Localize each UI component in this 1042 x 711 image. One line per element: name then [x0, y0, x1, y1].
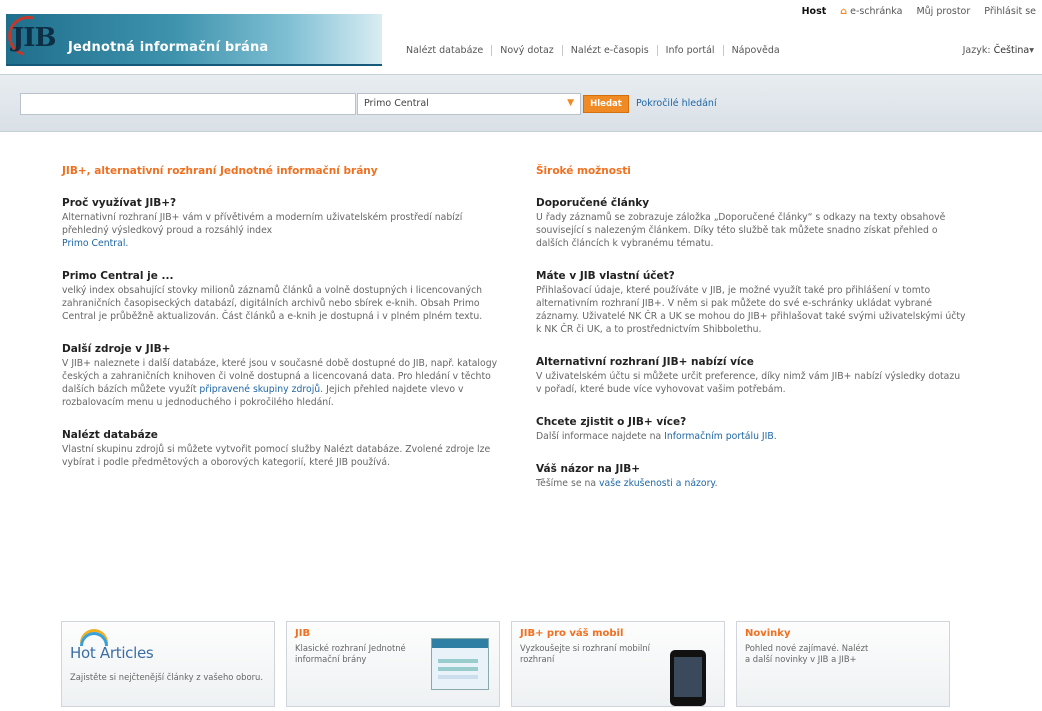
- rainbow-icon: [80, 632, 108, 646]
- box-text: Pohled nové zajímavé. Nalézt a další nov…: [745, 643, 869, 664]
- login-link[interactable]: Přihlásit se: [984, 6, 1036, 17]
- section-text: velký index obsahující stovky milionů zá…: [62, 285, 483, 322]
- section-heading: Další zdroje v JIB+: [62, 343, 171, 355]
- section-text: V JIB+ naleznete i další databáze, které…: [62, 357, 502, 409]
- section-heading: Nalézt databáze: [62, 429, 158, 441]
- section-feedback: Váš názor na JIB+ Těšíme se na vaše zkuš…: [536, 463, 966, 490]
- section-learn-more: Chcete zjistit o JIB+ více? Další inform…: [536, 416, 966, 443]
- search-button[interactable]: Hledat: [583, 95, 629, 113]
- section-heading: Chcete zjistit o JIB+ více?: [536, 416, 687, 428]
- section-text: Vlastní skupinu zdrojů si můžete vytvoři…: [62, 444, 491, 468]
- hot-articles-box[interactable]: Hot Articles Zajistěte si nejčtenější čl…: [61, 621, 275, 707]
- section-why-jib: Proč využívat JIB+? Alternativní rozhran…: [62, 197, 502, 250]
- header: JIB Jednotná informační brána Host ⌂ e-sc…: [0, 0, 1042, 74]
- nav-info-portal[interactable]: Info portál: [656, 45, 723, 56]
- section-text: Přihlašovací údaje, které používáte v JI…: [536, 285, 966, 335]
- language-selector[interactable]: Jazyk: Čeština▾: [963, 45, 1034, 56]
- box-text: Vyzkoušejte si rozhraní mobilní rozhraní: [520, 643, 650, 664]
- top-bar: Host ⌂ e-schránka Můj prostor Přihlásit s…: [802, 6, 1036, 17]
- box-title: Novinky: [745, 628, 791, 639]
- main-nav: Nalézt databáze Nový dotaz Nalézt e-časo…: [400, 45, 788, 56]
- eshelf-icon: ⌂: [840, 6, 848, 17]
- section-find-databases: Nalézt databáze Vlastní skupinu zdrojů s…: [62, 429, 502, 469]
- primo-central-link[interactable]: Primo Central.: [62, 238, 128, 249]
- box-title: Hot Articles: [70, 644, 154, 662]
- section-text: V uživatelském účtu si můžete určit pref…: [536, 371, 961, 395]
- box-text: Klasické rozhraní Jednotné informační br…: [295, 643, 406, 664]
- left-column-title: JIB+, alternativní rozhraní Jednotné inf…: [62, 165, 378, 177]
- section-text-before: Další informace najdete na: [536, 431, 665, 442]
- smartphone-icon: [670, 650, 706, 706]
- eshelf-label: e-schránka: [850, 6, 903, 17]
- chevron-down-icon: ▼: [567, 98, 574, 108]
- section-text: Další informace najdete na Informačním p…: [536, 430, 966, 443]
- left-column: JIB+, alternativní rozhraní Jednotné inf…: [62, 165, 502, 489]
- section-text-after: .: [773, 431, 777, 442]
- section-more-sources: Další zdroje v JIB+ V JIB+ naleznete i d…: [62, 343, 502, 409]
- jib-logo[interactable]: JIB Jednotná informační brána: [0, 8, 382, 66]
- search-input[interactable]: [20, 93, 356, 115]
- section-heading: Proč využívat JIB+?: [62, 197, 177, 209]
- advanced-search-link[interactable]: Pokročilé hledání: [636, 98, 717, 109]
- search-scope-value: Primo Central: [364, 98, 429, 109]
- section-heading: Máte v JIB vlastní účet?: [536, 270, 675, 282]
- nav-find-ejournal[interactable]: Nalézt e-časopis: [561, 45, 657, 56]
- nav-help[interactable]: Nápověda: [722, 45, 788, 56]
- news-box[interactable]: Novinky Pohled nové zajímavé. Nalézt a d…: [736, 621, 950, 707]
- section-own-account: Máte v JIB vlastní účet? Přihlašovací úd…: [536, 270, 966, 336]
- home-link[interactable]: Host: [802, 6, 827, 17]
- section-primo-central: Primo Central je ... velký index obsahuj…: [62, 270, 502, 323]
- logo-name: Jednotná informační brána: [68, 40, 269, 55]
- section-text: Těšíme se na vaše zkušenosti a názory.: [536, 477, 966, 490]
- box-title: JIB+ pro váš mobil: [520, 628, 624, 639]
- right-column: Široké možnosti Doporučené články U řady…: [536, 165, 966, 510]
- search-scope-select[interactable]: Primo Central ▼: [357, 93, 581, 115]
- logo-jib-text: JIB: [12, 23, 56, 53]
- info-portal-link[interactable]: Informačním portálu JIB: [664, 431, 774, 442]
- section-recommended: Doporučené články U řady záznamů se zobr…: [536, 197, 966, 250]
- language-label: Jazyk:: [962, 45, 991, 56]
- source-groups-link[interactable]: připravené skupiny zdrojů: [199, 384, 320, 395]
- right-column-title: Široké možnosti: [536, 165, 631, 177]
- section-text-after: .: [714, 478, 718, 489]
- chevron-down-icon: ▾: [1029, 45, 1034, 56]
- box-text: Zajistěte si nejčtenější články z vašeho…: [70, 672, 264, 682]
- nav-new-search[interactable]: Nový dotaz: [491, 45, 562, 56]
- section-text: U řady záznamů se zobrazuje záložka „Dop…: [536, 212, 946, 249]
- language-value: Čeština: [993, 45, 1030, 56]
- mobile-box[interactable]: JIB+ pro váš mobil Vyzkoušejte si rozhra…: [511, 621, 725, 707]
- jib-classic-box[interactable]: JIB Klasické rozhraní Jednotné informačn…: [286, 621, 500, 707]
- section-text-body: Alternativní rozhraní JIB+ vám v přívěti…: [62, 212, 463, 236]
- nav-find-databases[interactable]: Nalézt databáze: [400, 45, 491, 56]
- section-text: Alternativní rozhraní JIB+ vám v přívěti…: [62, 211, 502, 250]
- section-text-before: Těšíme se na: [536, 478, 600, 489]
- eshelf-link[interactable]: ⌂ e-schránka: [840, 6, 902, 17]
- section-heading: Váš názor na JIB+: [536, 463, 641, 475]
- section-heading: Primo Central je ...: [62, 270, 174, 282]
- section-offers-more: Alternativní rozhraní JIB+ nabízí více V…: [536, 356, 966, 396]
- search-bar: Primo Central ▼ Hledat Pokročilé hledání: [0, 74, 1042, 132]
- section-heading: Alternativní rozhraní JIB+ nabízí více: [536, 356, 754, 368]
- feedback-link[interactable]: vaše zkušenosti a názory: [599, 478, 715, 489]
- my-profile-link[interactable]: Můj prostor: [916, 6, 970, 17]
- section-heading: Doporučené články: [536, 197, 650, 209]
- screenshot-thumbnail-icon: [431, 638, 489, 690]
